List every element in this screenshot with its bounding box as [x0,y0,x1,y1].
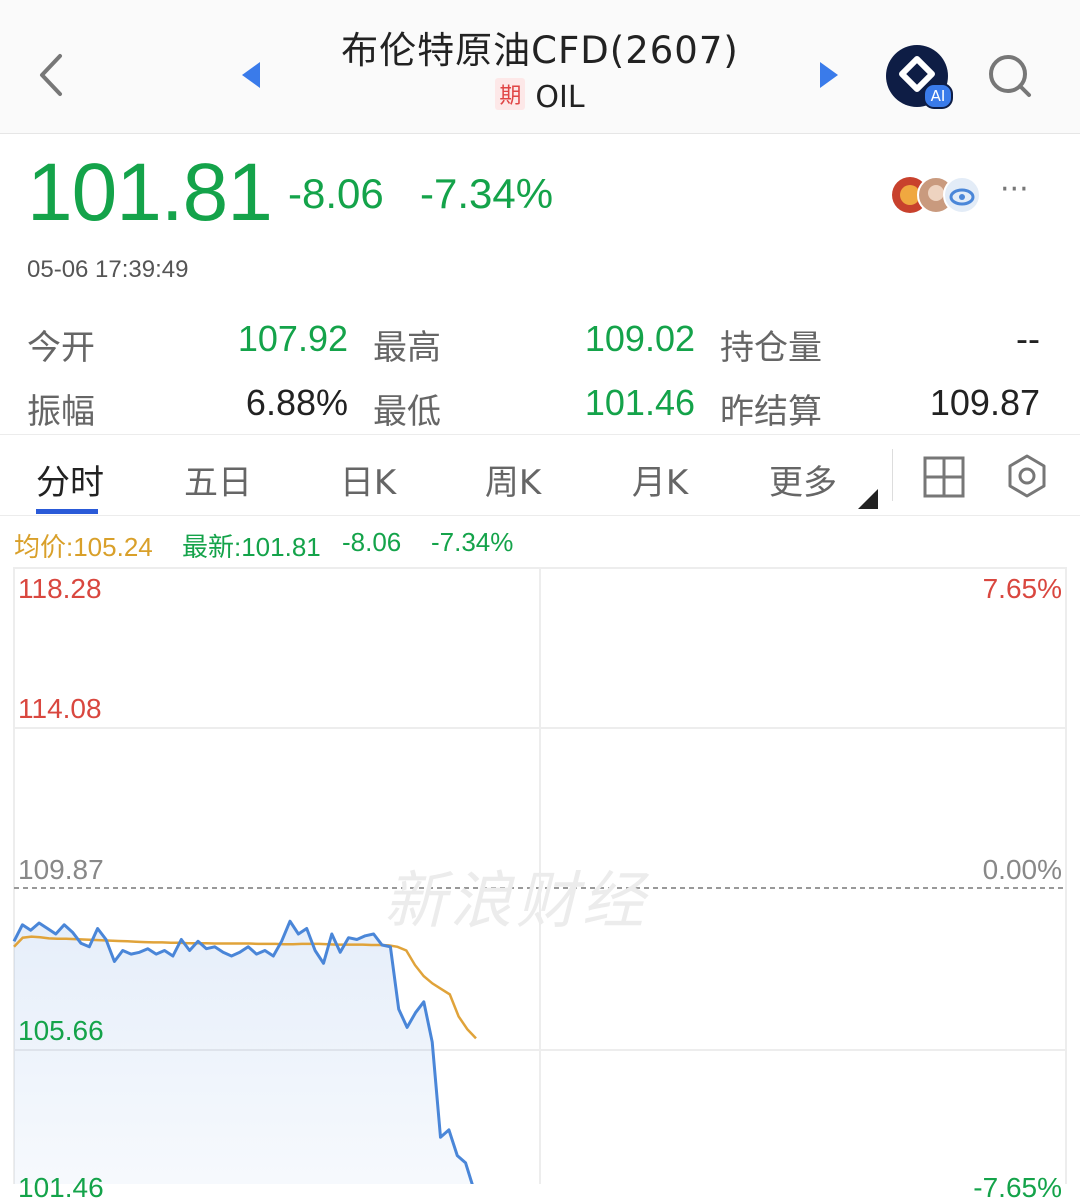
tab-intraday[interactable]: 分时 [30,455,110,504]
open-value: 107.92 [237,318,348,359]
more-options-icon[interactable]: ··· [1000,172,1029,207]
tab-monthly-k[interactable]: 月K [612,455,708,504]
tab-more[interactable]: 更多 [755,455,851,504]
dropdown-corner-icon [858,489,878,509]
y-axis-label-upper: 114.08 [18,693,102,724]
chart-tab-bar: 分时 五日 日K 周K 月K 更多 [0,434,1080,516]
code-label: OIL [535,80,585,115]
top-header: 布伦特原油CFD(2607) 期 OIL AI [0,0,1080,134]
price-area-fill [14,921,473,1184]
last-price: 101.81 [27,147,273,238]
amplitude-value: 6.88% [245,382,348,423]
high-label: 最高 [373,328,441,368]
prev-settle-value: 109.87 [929,382,1040,423]
open-interest-label: 持仓量 [720,328,822,368]
price-change: -8.06 [288,170,384,217]
low-value: 101.46 [584,382,695,423]
low-label: 最低 [373,392,441,432]
ai-badge: AI [923,83,953,109]
open-label: 今开 [27,328,95,368]
pct-axis-label-bottom: -7.65% [973,1172,1062,1203]
tab-divider [892,449,893,501]
futures-badge: 期 [495,78,526,110]
price-change-percent: -7.34% [420,170,554,217]
pct-axis-label-top: 7.65% [982,573,1062,604]
tab-weekly-k[interactable]: 周K [465,455,561,504]
search-icon[interactable] [986,52,1034,100]
open-interest-value: -- [1016,318,1040,359]
latest-pct-legend: -7.34% [431,527,514,557]
y-axis-label-top: 118.28 [18,573,102,604]
quote-timestamp: 05-06 17:39:49 [27,256,189,283]
instrument-code: 期 OIL [240,78,840,115]
avg-price-legend: 均价:105.24 [14,532,153,562]
latest-price-legend: 最新:101.81 [182,532,321,562]
latest-change-legend: -8.06 [342,527,402,557]
layout-grid-icon[interactable] [922,455,966,499]
high-value: 109.02 [584,318,695,359]
pct-axis-label-reference: 0.00% [982,854,1062,885]
amplitude-label: 振幅 [27,392,95,432]
active-tab-indicator [36,509,98,514]
settings-gear-icon[interactable] [1004,453,1050,499]
prev-settle-label: 昨结算 [720,392,822,432]
tab-five-day[interactable]: 五日 [170,455,266,504]
page-title: 布伦特原油CFD(2607) [341,29,739,72]
next-contract-icon[interactable] [818,60,840,90]
y-axis-label-reference: 109.87 [18,854,104,885]
y-axis-label-lower: 105.66 [18,1015,104,1046]
tab-daily-k[interactable]: 日K [320,455,416,504]
y-axis-label-bottom: 101.46 [18,1172,104,1203]
community-avatars[interactable] [890,174,990,216]
back-arrow-icon[interactable] [34,52,68,98]
sina-finance-watermark: 新浪财经 [384,864,649,937]
